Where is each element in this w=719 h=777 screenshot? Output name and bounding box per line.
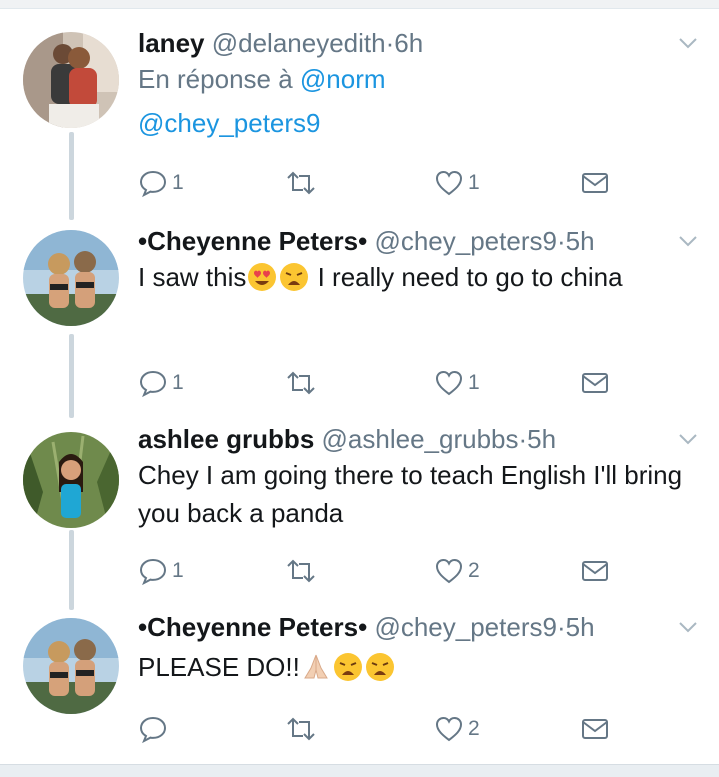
timestamp[interactable]: 6h	[394, 28, 423, 58]
user-handle[interactable]: @chey_peters9	[374, 226, 557, 256]
like-count: 2	[468, 559, 480, 582]
separator: ·	[556, 612, 566, 642]
tweet-actions: 2	[138, 712, 618, 746]
reply-count: 1	[172, 559, 184, 582]
like-button[interactable]: 1	[434, 366, 480, 400]
tweet-text[interactable]: @chey_peters9	[138, 104, 699, 142]
separator: ·	[385, 28, 395, 58]
reply-icon	[139, 716, 167, 744]
tweet-text: PLEASE DO!!	[138, 648, 699, 686]
tweet-header: •Cheyenne Peters• @chey_peters9·5h	[138, 612, 699, 642]
retweet-button[interactable]	[284, 166, 322, 200]
user-handle[interactable]: @chey_peters9	[374, 612, 557, 642]
folded-hands-emoji	[303, 654, 328, 679]
tweet-text-part: PLEASE DO!!	[138, 652, 300, 682]
display-name[interactable]: •Cheyenne Peters•	[138, 612, 367, 642]
avatar[interactable]	[23, 432, 119, 528]
retweet-icon	[287, 371, 315, 395]
heart-icon	[435, 170, 463, 196]
direct-message-button[interactable]	[580, 366, 610, 400]
mail-icon	[582, 373, 608, 393]
separator: ·	[518, 424, 528, 454]
reply-button[interactable]: 1	[138, 554, 184, 588]
like-button[interactable]: 2	[434, 712, 480, 746]
retweet-button[interactable]	[284, 712, 322, 746]
like-count: 1	[468, 371, 480, 394]
display-name[interactable]: •Cheyenne Peters•	[138, 226, 367, 256]
reply-count: 1	[172, 371, 184, 394]
chevron-down-icon[interactable]	[677, 428, 699, 450]
tweet-text: Chey I am going there to teach English I…	[138, 460, 683, 528]
tweet[interactable]: •Cheyenne Peters• @chey_peters9·5h PLEAS…	[0, 608, 719, 764]
reply-count: 1	[172, 171, 184, 194]
display-name[interactable]: laney	[138, 28, 205, 58]
mail-icon	[582, 173, 608, 193]
avatar[interactable]	[23, 618, 119, 714]
reply-button[interactable]: 1	[138, 366, 184, 400]
heart-icon	[435, 370, 463, 396]
heart-icon	[435, 716, 463, 742]
like-count: 1	[468, 171, 480, 194]
weary-emoji	[333, 653, 362, 681]
direct-message-button[interactable]	[580, 554, 610, 588]
retweet-icon	[287, 559, 315, 583]
timestamp[interactable]: 5h	[566, 226, 595, 256]
chevron-down-icon[interactable]	[677, 230, 699, 252]
reply-mention-link[interactable]: @norm	[300, 64, 386, 94]
retweet-icon	[287, 171, 315, 195]
tweet-text-part: I saw this	[138, 262, 247, 292]
tweet-actions: 1 1	[138, 166, 618, 200]
avatar[interactable]	[23, 230, 119, 326]
tweet[interactable]: ashlee grubbs @ashlee_grubbs·5h Chey I a…	[0, 418, 719, 608]
retweet-button[interactable]	[284, 366, 322, 400]
weary-emoji	[280, 263, 309, 291]
retweet-button[interactable]	[284, 554, 322, 588]
tweet-header: ashlee grubbs @ashlee_grubbs·5h	[138, 424, 699, 454]
user-handle[interactable]: @ashlee_grubbs	[322, 424, 519, 454]
reply-prefix: En réponse à	[138, 64, 293, 94]
chevron-down-icon[interactable]	[677, 32, 699, 54]
tweet[interactable]: •Cheyenne Peters• @chey_peters9·5h I saw…	[0, 210, 719, 418]
reply-icon	[139, 558, 167, 586]
like-button[interactable]: 1	[434, 166, 480, 200]
display-name[interactable]: ashlee grubbs	[138, 424, 314, 454]
reply-button[interactable]	[138, 712, 172, 746]
tweet-text-part: I really need to go to china	[310, 262, 623, 292]
heart-eyes-emoji	[248, 263, 277, 291]
tweet-text: I saw this I really need to go to china	[138, 258, 699, 296]
weary-emoji	[365, 653, 394, 681]
tweet[interactable]: laney @delaneyedith·6h En réponse à @nor…	[0, 0, 719, 210]
timestamp[interactable]: 5h	[527, 424, 556, 454]
reply-button[interactable]: 1	[138, 166, 184, 200]
user-handle[interactable]: @delaneyedith	[212, 28, 386, 58]
mail-icon	[582, 561, 608, 581]
avatar[interactable]	[23, 32, 119, 128]
reply-icon	[139, 170, 167, 198]
direct-message-button[interactable]	[580, 166, 610, 200]
like-button[interactable]: 2	[434, 554, 480, 588]
tweet-header: •Cheyenne Peters• @chey_peters9·5h	[138, 226, 699, 256]
tweet-actions: 1 2	[138, 554, 618, 588]
reply-icon	[139, 370, 167, 398]
heart-icon	[435, 558, 463, 584]
tweet-header: laney @delaneyedith·6h	[138, 28, 699, 58]
reply-context: En réponse à @norm	[138, 60, 699, 98]
like-count: 2	[468, 717, 480, 740]
timestamp[interactable]: 5h	[566, 612, 595, 642]
mail-icon	[582, 719, 608, 739]
direct-message-button[interactable]	[580, 712, 610, 746]
retweet-icon	[287, 717, 315, 741]
tweet-actions: 1 1	[138, 366, 618, 400]
separator: ·	[556, 226, 566, 256]
bottom-divider	[0, 764, 719, 777]
chevron-down-icon[interactable]	[677, 616, 699, 638]
